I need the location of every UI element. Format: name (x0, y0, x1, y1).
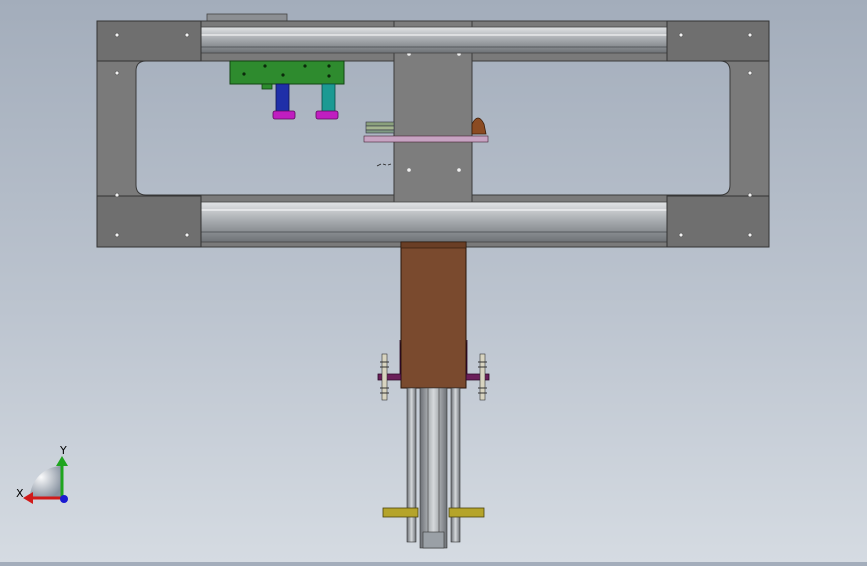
screw (457, 168, 461, 172)
green-block-lower[interactable] (261, 83, 273, 90)
guide-rod-right[interactable] (450, 387, 461, 543)
right-bracket[interactable] (465, 339, 490, 381)
yellow-plate-right[interactable] (448, 507, 485, 518)
coordinate-triad-icon[interactable]: Y X (16, 444, 68, 504)
blue-rod[interactable] (275, 83, 290, 113)
corner-block-top-right[interactable] (666, 20, 770, 62)
magenta-pad-left[interactable] (272, 110, 296, 120)
corner-block-top-left[interactable] (96, 20, 202, 62)
top-rail[interactable] (200, 26, 668, 54)
left-bracket[interactable] (377, 339, 402, 381)
yellow-plate-left[interactable] (382, 507, 419, 518)
screw (327, 64, 331, 68)
small-marks (376, 163, 392, 167)
screw (263, 64, 267, 68)
center-shaft[interactable] (419, 387, 448, 549)
x-axis-arrowhead (23, 492, 33, 504)
corner-block-bottom-left[interactable] (96, 195, 202, 248)
teal-rod[interactable] (321, 83, 336, 113)
y-axis-arrowhead (56, 456, 68, 466)
screw (242, 72, 246, 76)
corner-block-bottom-right[interactable] (666, 195, 770, 248)
screw (281, 73, 285, 77)
bottom-rail[interactable] (200, 201, 668, 243)
y-axis-label: Y (59, 444, 67, 457)
shaft-tip[interactable] (422, 531, 445, 549)
green-block[interactable] (229, 60, 345, 85)
brown-housing[interactable] (400, 241, 467, 389)
guide-rod-left[interactable] (406, 387, 417, 543)
model-canvas[interactable]: Y X (0, 0, 867, 562)
z-axis-point (60, 495, 68, 503)
brown-knob[interactable] (471, 117, 487, 135)
magenta-pad-right[interactable] (315, 110, 339, 120)
screw (327, 74, 331, 78)
screw (407, 168, 411, 172)
gripper-assembly[interactable] (229, 60, 345, 120)
cad-viewport[interactable]: Y X (0, 0, 867, 562)
screw (303, 64, 307, 68)
housing-cap[interactable] (400, 241, 467, 249)
x-axis-label: X (16, 487, 24, 500)
